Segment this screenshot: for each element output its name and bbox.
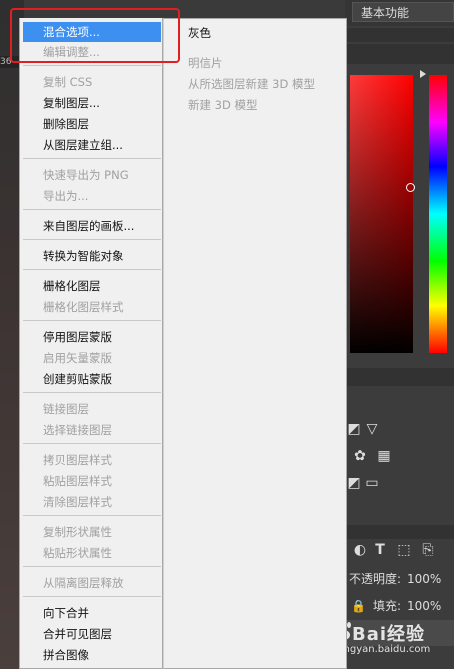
watermark-main: Bai经验 <box>352 624 426 645</box>
menu-separator <box>23 269 161 270</box>
opacity-row: 不透明度: 100% <box>345 567 454 591</box>
panel-header <box>345 28 454 42</box>
adjustments-header <box>345 368 454 386</box>
color-picker-marker[interactable] <box>406 183 415 192</box>
levels-icon[interactable]: ◩ <box>345 420 363 438</box>
menu-separator <box>23 239 161 240</box>
menu-item[interactable]: 拼合图像 <box>23 645 161 665</box>
text-icon[interactable]: T <box>371 541 389 559</box>
menu-item: 选择链接图层 <box>43 423 112 437</box>
menu-separator <box>23 158 161 159</box>
workspace-bar: 基本功能 <box>345 0 454 26</box>
menu-item: 栅格化图层样式 <box>43 300 124 314</box>
context-menu: 混合选项... 编辑调整... 复制 CSS 复制图层... 删除图层 从图层建立组...… <box>19 18 163 669</box>
menu-item: 复制 CSS <box>43 75 93 89</box>
menu-item: 粘贴形状属性 <box>43 546 112 560</box>
opacity-label: 不透明度: <box>349 572 402 586</box>
transform-icon[interactable]: ⬚ <box>395 541 413 559</box>
menu-separator <box>23 392 161 393</box>
triangle-icon[interactable]: ▽ <box>363 420 381 438</box>
menu-item[interactable]: 停用图层蒙版 <box>23 327 161 347</box>
menu-item[interactable]: 向下合并 <box>23 603 161 623</box>
hue-slider[interactable] <box>429 75 447 353</box>
menu-item[interactable]: 从图层建立组... <box>23 135 161 155</box>
submenu-item: 从所选图层新建 3D 模型 <box>188 77 315 91</box>
layers-header <box>345 525 454 539</box>
menu-item: 复制形状属性 <box>43 525 112 539</box>
layer-filter-row: ◐ T ⬚ ⎘ <box>345 541 454 565</box>
menu-separator <box>23 209 161 210</box>
adjust-filter-icon[interactable]: ◐ <box>351 541 369 559</box>
menu-item: 清除图层样式 <box>43 495 112 509</box>
menu-item: 导出为... <box>43 189 89 203</box>
panel-tabs <box>345 44 454 64</box>
grid-icon[interactable]: ▦ <box>375 447 393 465</box>
adjustments-row-3: ◩ ▭ <box>345 474 454 498</box>
menu-item: 编辑调整... <box>43 45 100 59</box>
menu-item[interactable]: 创建剪贴蒙版 <box>23 369 161 389</box>
smart-object-icon[interactable]: ⎘ <box>419 541 437 559</box>
menu-item: 从隔离图层释放 <box>43 576 124 590</box>
color-field-shade <box>350 75 413 353</box>
menu-separator <box>23 515 161 516</box>
menu-item: 启用矢量蒙版 <box>43 351 112 365</box>
menu-item[interactable]: 来自图层的画板... <box>23 216 161 236</box>
menu-item: 链接图层 <box>43 402 89 416</box>
submenu-item[interactable]: 灰色 <box>172 23 342 43</box>
gradient-map-icon[interactable]: ▭ <box>363 474 381 492</box>
hue-slider-marker[interactable] <box>420 70 426 78</box>
menu-item: 快速导出为 PNG <box>43 168 129 182</box>
menu-item: 粘贴图层样式 <box>43 474 112 488</box>
menu-separator <box>23 320 161 321</box>
menu-item[interactable]: 转换为智能对象 <box>23 246 161 266</box>
menu-separator <box>23 65 161 66</box>
menu-separator <box>23 596 161 597</box>
menu-separator <box>23 566 161 567</box>
watermark-sub: jingyan.baidu.com <box>338 644 431 655</box>
adjustments-row-1: ◩ ▽ <box>345 420 454 444</box>
menu-item[interactable]: 合并可见图层 <box>23 624 161 644</box>
right-panels: 基本功能 ◩ ▽ ✿ ▦ ◩ ▭ ◐ T ⬚ ⎘ 不透明度: 100% 🔒 填充… <box>345 0 454 669</box>
menu-item[interactable]: 混合选项... <box>23 22 161 42</box>
submenu-item: 新建 3D 模型 <box>188 98 258 112</box>
color-field[interactable] <box>350 75 413 353</box>
context-submenu: 灰色明信片从所选图层新建 3D 模型 新建 3D 模型 <box>163 18 347 669</box>
adjustments-row-2: ✿ ▦ <box>345 447 454 471</box>
watermark: Bai经验 jingyan.baidu.com <box>330 612 454 662</box>
menu-separator <box>23 443 161 444</box>
submenu-item: 明信片 <box>188 56 223 70</box>
menu-item[interactable]: 复制图层... <box>23 93 161 113</box>
menu-item[interactable]: 删除图层 <box>23 114 161 134</box>
workspace-select[interactable]: 基本功能 <box>352 2 454 22</box>
menu-item: 拷贝图层样式 <box>43 453 112 467</box>
circle-icon[interactable]: ✿ <box>351 447 369 465</box>
threshold-icon[interactable]: ◩ <box>345 474 363 492</box>
menu-item[interactable]: 栅格化图层 <box>23 276 161 296</box>
opacity-value[interactable]: 100% <box>407 567 441 591</box>
